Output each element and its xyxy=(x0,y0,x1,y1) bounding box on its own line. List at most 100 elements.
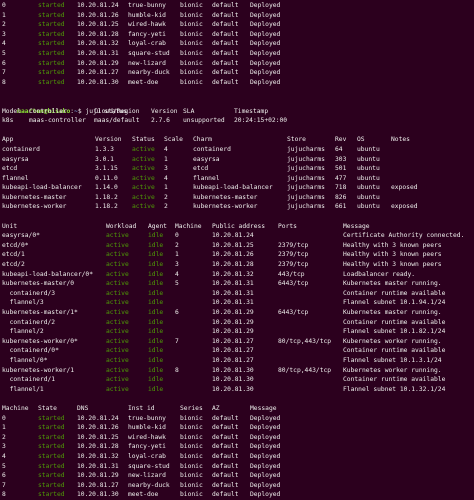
table-cell: Deployed xyxy=(250,414,281,422)
table-cell: Container runtime available xyxy=(343,318,446,326)
table-cell: Deployed xyxy=(250,59,281,67)
table-cell: default xyxy=(212,443,239,451)
table-row: 5 started 10.20.81.31 square-stud bionic defa… xyxy=(2,462,474,472)
table-cell: bionic xyxy=(180,443,203,451)
table-cell: jujucharms xyxy=(287,193,325,201)
table-cell: 4 xyxy=(164,145,168,153)
table-cell: active xyxy=(132,193,155,201)
table-cell: 8 xyxy=(2,491,6,499)
table-cell: bionic xyxy=(180,78,203,86)
table-cell: bionic xyxy=(180,2,203,9)
table-row: containerd/3 active idle 10.20.81.31 Contain… xyxy=(2,289,474,299)
table-cell: bionic xyxy=(180,491,203,499)
table-cell: Deployed xyxy=(250,443,281,451)
column-header: Model xyxy=(2,107,21,115)
table-row: containerd/1 active idle 10.20.81.30 Contain… xyxy=(2,375,474,385)
table-cell: started xyxy=(38,11,65,19)
table-cell: Deployed xyxy=(250,69,281,77)
table-row: 4 started 10.20.81.32 loyal-crab bionic defau… xyxy=(2,39,474,49)
table-cell: 3.1.15 xyxy=(95,165,118,173)
table-cell: started xyxy=(38,443,65,451)
table-cell: default xyxy=(212,2,239,9)
table-cell: Kubernetes master running. xyxy=(343,280,442,288)
table-cell: 10.20.81.26 xyxy=(212,251,254,259)
table-cell: 10.20.81.26 xyxy=(77,424,119,432)
table-cell: bionic xyxy=(180,481,203,489)
table-cell: loyal-crab xyxy=(128,452,166,460)
table-cell: etcd/0* xyxy=(2,241,29,249)
table-cell: default xyxy=(212,452,239,460)
table-cell: kubernetes-master/1* xyxy=(2,309,78,316)
table-cell: Deployed xyxy=(250,462,281,470)
table-cell: 7 xyxy=(175,337,179,345)
table-cell: bionic xyxy=(180,40,203,48)
table-cell: idle xyxy=(148,376,164,384)
table-cell: 477 xyxy=(335,174,347,182)
table-cell: wired-hawk xyxy=(128,21,166,29)
table-cell: Healthy with 3 known peers xyxy=(343,241,442,249)
table-cell: default xyxy=(212,69,239,77)
table-cell: 718 xyxy=(335,184,347,192)
table-cell: 6 xyxy=(175,309,179,316)
table-cell: default xyxy=(212,49,239,57)
table-cell: kubeapi-load-balancer xyxy=(193,184,273,192)
table-cell: bionic xyxy=(180,59,203,67)
table-cell: active xyxy=(106,261,129,269)
table-cell: kubernetes-worker xyxy=(2,203,67,211)
table-cell: 1.3.3 xyxy=(95,145,114,153)
table-row: flannel/0* active idle 10.20.81.27 Flannel s… xyxy=(2,356,474,366)
column-header: Notes xyxy=(391,136,410,144)
table-cell: default xyxy=(212,21,239,29)
table-cell: active xyxy=(106,289,129,297)
column-header: Version xyxy=(151,107,178,115)
table-cell: containerd xyxy=(193,145,231,153)
table-cell: 6443/tcp xyxy=(278,309,309,316)
table-cell: 1 xyxy=(175,251,179,259)
table-cell: bionic xyxy=(180,433,203,441)
table-cell: 10.20.81.31 xyxy=(77,462,119,470)
column-header: SLA xyxy=(183,107,195,115)
column-header: App xyxy=(2,136,14,144)
table-row: 6 started 10.20.81.29 new-lizard bionic defau… xyxy=(2,471,474,481)
table-cell: 6 xyxy=(2,59,6,67)
table-cell: Deployed xyxy=(250,11,281,19)
table-cell: started xyxy=(38,2,65,9)
table-header-row: Machine State DNS Inst id Series AZ Message xyxy=(2,404,474,414)
table-cell: 1.18.2 xyxy=(95,193,118,201)
terminal-window[interactable]: 0 started 10.20.81.24 true-bunny bionic defau… xyxy=(0,0,474,498)
table-cell: 10.20.81.25 xyxy=(77,21,119,29)
table-cell: active xyxy=(106,318,129,326)
table-cell: 10.20.81.24 xyxy=(212,232,254,240)
table-row: 8 started 10.20.81.30 meet-doe bionic default… xyxy=(2,490,474,500)
table-cell: active xyxy=(106,328,129,336)
table-cell: jujucharms xyxy=(287,184,325,192)
table-row: 1 started 10.20.81.26 humble-kid bionic defau… xyxy=(2,423,474,433)
table-cell: Certificate Authority connected. xyxy=(343,232,465,240)
table-row: kubernetes-worker/1 active idle 8 10.20.81.3… xyxy=(2,366,474,376)
table-cell: ubuntu xyxy=(357,145,380,153)
table-cell: Deployed xyxy=(250,78,281,86)
table-cell: square-stud xyxy=(128,49,170,57)
table-cell: active xyxy=(132,145,155,153)
table-row: 7 started 10.20.81.27 nearby-duck bionic defa… xyxy=(2,481,474,491)
table-cell: active xyxy=(106,232,129,240)
table-cell: kubernetes-master/0 xyxy=(2,280,75,288)
table-cell: 1 xyxy=(2,424,6,432)
table-cell: default xyxy=(212,40,239,48)
table-cell: 10.20.81.29 xyxy=(212,328,254,336)
table-cell: bionic xyxy=(180,21,203,29)
table-cell: 10.20.81.31 xyxy=(212,289,254,297)
table-cell: humble-kid xyxy=(128,424,166,432)
table-cell: 10.20.81.27 xyxy=(77,69,119,77)
table-cell: 661 xyxy=(335,203,347,211)
table-cell: Deployed xyxy=(250,433,281,441)
units-table: Unit Workload Agent Machine Public address Po… xyxy=(2,222,474,395)
table-cell: etcd/2 xyxy=(2,261,25,269)
table-cell: 0 xyxy=(2,2,6,9)
column-header: Version xyxy=(95,136,122,144)
table-cell: exposed xyxy=(391,184,418,192)
column-header: Message xyxy=(343,222,370,230)
table-row: easyrsa 3.0.1 active 1 easyrsa jujucharms 303 u… xyxy=(2,155,474,165)
table-row: 5 started 10.20.81.31 square-stud bionic defa… xyxy=(2,49,474,59)
